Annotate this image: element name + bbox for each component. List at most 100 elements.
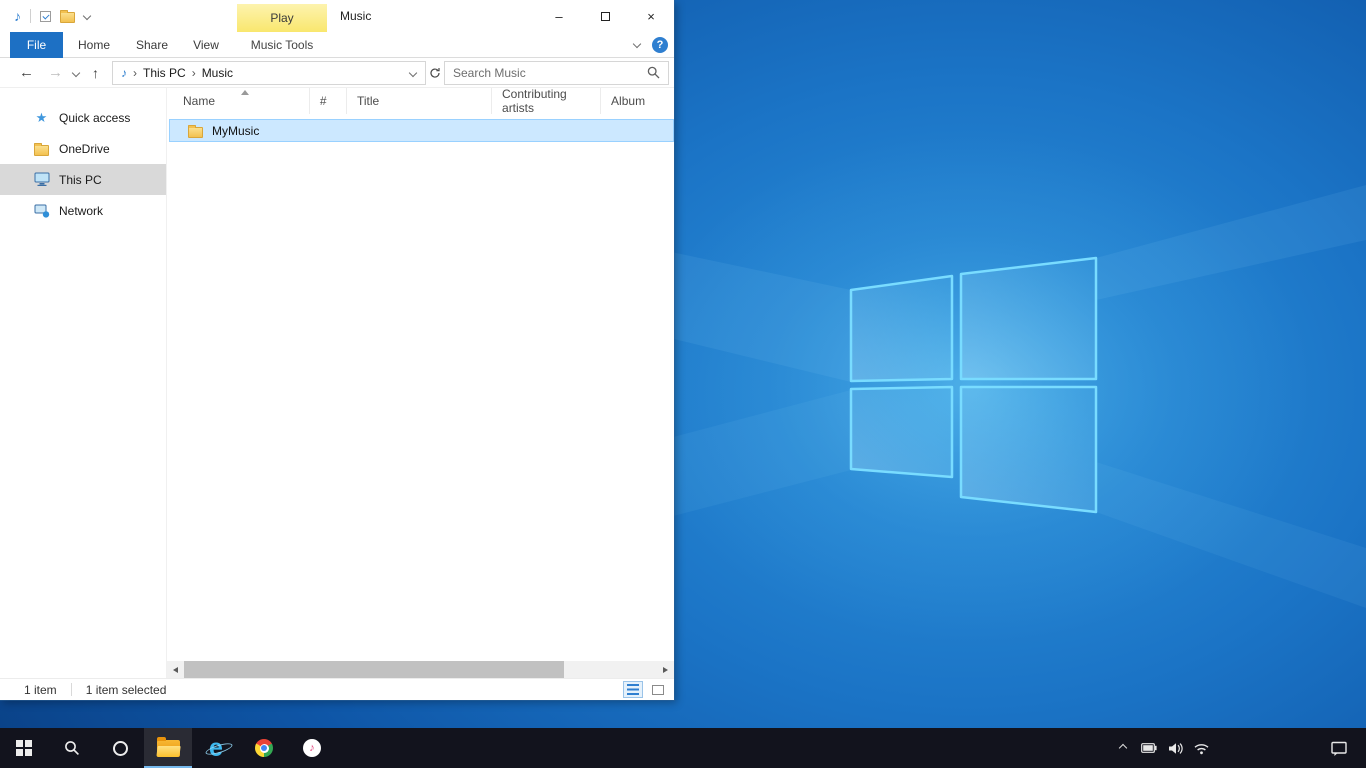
desktop: ♪ Play Music – × File Home Share View Mu… [0, 0, 1366, 768]
quick-access-toolbar: ♪ [14, 0, 90, 32]
sidebar-item-network[interactable]: Network [0, 195, 166, 226]
speaker-icon [1168, 742, 1183, 755]
column-header-album[interactable]: Album [601, 88, 674, 114]
network-indicator[interactable] [1188, 742, 1214, 755]
file-explorer-button[interactable] [144, 728, 192, 768]
sidebar-item-this-pc[interactable]: This PC [0, 164, 166, 195]
action-center-icon [1331, 741, 1347, 756]
window-title: Music [340, 0, 371, 32]
selection-count: 1 item selected [86, 683, 167, 697]
recent-locations-chevron-icon[interactable] [72, 68, 80, 76]
status-separator [71, 683, 72, 696]
large-icons-view-button[interactable] [648, 681, 668, 698]
search-icon[interactable] [647, 66, 660, 79]
wifi-icon [1193, 742, 1210, 755]
breadcrumb-separator: › [133, 66, 137, 80]
itunes-icon: ♪ [303, 739, 321, 757]
file-row-mymusic[interactable]: MyMusic [169, 119, 674, 142]
scrollbar-track[interactable] [184, 661, 657, 678]
address-dropdown-chevron-icon[interactable] [409, 68, 417, 76]
taskbar: e ♪ [0, 728, 1366, 768]
ribbon-tab-row: File Home Share View Music Tools ? [0, 32, 674, 58]
maximize-button[interactable] [582, 0, 628, 32]
sidebar-item-onedrive[interactable]: OneDrive [0, 133, 166, 164]
tab-group-music-tools[interactable]: Music Tools [237, 32, 327, 58]
contextual-tab-play[interactable]: Play [237, 4, 327, 32]
show-hidden-icons-button[interactable] [1110, 745, 1136, 751]
internet-explorer-button[interactable]: e [192, 728, 240, 768]
cortana-button[interactable] [96, 728, 144, 768]
tab-home[interactable]: Home [70, 32, 118, 58]
customize-qat-chevron-icon[interactable] [83, 12, 91, 20]
chevron-up-icon [1119, 744, 1127, 752]
minimize-button[interactable]: – [536, 0, 582, 32]
column-header-contributing-artists[interactable]: Contributing artists [492, 88, 601, 114]
details-view-icon [627, 684, 639, 695]
this-pc-icon [33, 172, 50, 187]
cortana-icon [113, 741, 128, 756]
start-button[interactable] [0, 728, 48, 768]
new-folder-icon[interactable] [60, 12, 75, 23]
volume-indicator[interactable] [1162, 742, 1188, 755]
address-music-icon: ♪ [121, 66, 127, 80]
scroll-left-button[interactable] [167, 661, 184, 678]
file-explorer-icon [157, 740, 180, 757]
view-toggles [623, 681, 668, 698]
sidebar-item-label: OneDrive [59, 142, 110, 156]
battery-indicator[interactable] [1136, 743, 1162, 753]
navigation-pane: ★ Quick access OneDrive This P [0, 88, 166, 678]
breadcrumb-music[interactable]: Music [202, 66, 233, 80]
tab-file[interactable]: File [10, 32, 63, 58]
search-icon [64, 740, 80, 756]
file-name: MyMusic [212, 124, 259, 138]
explorer-window: ♪ Play Music – × File Home Share View Mu… [0, 0, 674, 700]
titlebar: ♪ Play Music – × [0, 0, 674, 32]
network-icon [33, 204, 50, 218]
action-center-button[interactable] [1326, 741, 1352, 756]
up-button[interactable]: ↑ [92, 66, 99, 80]
refresh-icon [429, 67, 441, 79]
address-bar[interactable]: ♪ › This PC › Music [112, 61, 426, 85]
itunes-button[interactable]: ♪ [288, 728, 336, 768]
scroll-right-icon [663, 667, 668, 673]
internet-explorer-icon: e [209, 736, 223, 761]
system-tray [1110, 728, 1366, 768]
expand-ribbon-chevron-icon[interactable] [633, 40, 641, 48]
scrollbar-thumb[interactable] [184, 661, 564, 678]
onedrive-icon [33, 142, 50, 156]
column-header-name[interactable]: Name [167, 88, 310, 114]
app-music-icon: ♪ [14, 8, 21, 24]
sidebar-item-label: Quick access [59, 111, 130, 125]
battery-icon [1141, 743, 1157, 753]
properties-icon[interactable] [40, 11, 51, 22]
scroll-right-button[interactable] [657, 661, 674, 678]
details-view-button[interactable] [623, 681, 643, 698]
windows-logo-icon [16, 740, 32, 756]
back-button[interactable]: ← [19, 65, 34, 80]
chrome-button[interactable] [240, 728, 288, 768]
window-controls: – × [536, 0, 674, 32]
refresh-button[interactable] [426, 61, 444, 85]
close-button[interactable]: × [628, 0, 674, 32]
search-box [444, 61, 669, 85]
status-bar: 1 item 1 item selected [0, 678, 674, 700]
horizontal-scrollbar[interactable] [167, 661, 674, 678]
chrome-icon [255, 739, 273, 757]
column-header-number[interactable]: # [310, 88, 347, 114]
sort-ascending-icon [241, 90, 249, 95]
column-header-title[interactable]: Title [347, 88, 492, 114]
search-input[interactable] [445, 66, 647, 80]
sidebar-item-quick-access[interactable]: ★ Quick access [0, 102, 166, 133]
large-icons-view-icon [652, 685, 664, 695]
sidebar-item-label: Network [59, 204, 103, 218]
sidebar-item-label: This PC [59, 173, 102, 187]
breadcrumb-this-pc[interactable]: This PC [143, 66, 186, 80]
taskbar-search-button[interactable] [48, 728, 96, 768]
tab-view[interactable]: View [184, 32, 228, 58]
tab-share[interactable]: Share [128, 32, 176, 58]
column-headers: Name # Title Contributing artists Album [167, 88, 674, 118]
help-button[interactable]: ? [652, 37, 668, 53]
quick-access-star-icon: ★ [33, 111, 50, 124]
explorer-body: ★ Quick access OneDrive This P [0, 88, 674, 678]
forward-button[interactable]: → [48, 65, 63, 80]
